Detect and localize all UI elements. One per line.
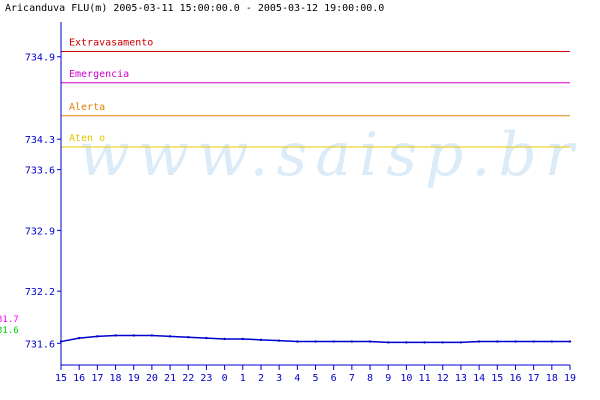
data-point: [332, 340, 335, 343]
data-point: [459, 341, 463, 344]
x-tick-label: 19: [564, 373, 576, 384]
data-point: [514, 340, 517, 343]
data-point: [205, 336, 208, 340]
watermark: www.saisp.br: [78, 120, 581, 190]
x-tick-label: 2: [258, 373, 264, 384]
x-tick-label: 1: [240, 373, 246, 384]
x-tick-label: 16: [509, 373, 521, 384]
x-tick-label: 9: [385, 373, 391, 384]
x-tick-label: 10: [400, 373, 412, 384]
marker-label: 31.7: [0, 315, 19, 325]
x-tick-label: 16: [73, 373, 85, 384]
data-point: [477, 340, 481, 343]
x-tick-label: 7: [349, 373, 355, 384]
y-tick-label: 731.6: [25, 339, 55, 350]
x-tick-label: 15: [55, 373, 67, 384]
data-point: [59, 340, 63, 343]
data-point: [150, 334, 154, 337]
marker-label: 31.6: [0, 326, 19, 336]
data-point: [441, 341, 444, 344]
y-tick-label: 732.2: [25, 287, 55, 298]
data-point: [187, 336, 190, 339]
x-tick-label: 12: [437, 373, 449, 384]
y-tick-label: 734.3: [25, 135, 55, 146]
data-point: [132, 334, 135, 337]
data-point: [168, 335, 172, 338]
data-point: [77, 336, 81, 340]
data-point: [496, 340, 499, 343]
x-tick-label: 20: [146, 373, 158, 384]
x-tick-label: 17: [528, 373, 540, 384]
data-point: [423, 341, 426, 344]
data-point: [277, 339, 281, 342]
threshold-label: Emergencia: [69, 69, 129, 80]
data-point: [550, 340, 554, 343]
data-point: [568, 340, 572, 343]
data-point: [368, 340, 372, 343]
x-tick-label: 13: [455, 373, 467, 384]
x-tick-label: 5: [312, 373, 318, 384]
x-tick-label: 3: [276, 373, 282, 384]
x-tick-label: 4: [294, 373, 300, 384]
data-point: [387, 341, 390, 344]
data-point: [296, 340, 299, 343]
data-point: [259, 338, 263, 342]
x-tick-label: 22: [182, 373, 194, 384]
data-point: [96, 335, 99, 338]
data-point: [405, 341, 408, 344]
x-tick-label: 17: [91, 373, 103, 384]
x-tick-label: 15: [491, 373, 503, 384]
x-tick-label: 18: [546, 373, 558, 384]
x-tick-label: 11: [419, 373, 431, 384]
threshold-label: Extravasamento: [69, 38, 153, 49]
x-tick-label: 23: [200, 373, 212, 384]
data-point: [350, 340, 354, 343]
data-point: [114, 334, 117, 337]
data-point: [241, 337, 244, 341]
data-point: [314, 340, 317, 343]
data-point: [532, 340, 535, 343]
y-tick-label: 733.6: [25, 166, 55, 177]
x-tick-label: 19: [128, 373, 140, 384]
series-layer: [59, 334, 572, 344]
x-tick-label: 0: [222, 373, 228, 384]
x-tick-label: 8: [367, 373, 373, 384]
y-tick-label: 734.9: [25, 53, 55, 64]
x-tick-label: 18: [110, 373, 122, 384]
threshold-label: Aten o: [69, 133, 105, 144]
y-tick-label: 732.9: [25, 226, 55, 237]
x-tick-label: 14: [473, 373, 485, 384]
chart: www.saisp.br Extravasamento Emergencia Ale…: [0, 22, 581, 384]
x-tick-label: 6: [331, 373, 337, 384]
data-point: [223, 337, 226, 341]
threshold-label: Alerta: [69, 102, 105, 113]
x-tick-label: 21: [164, 373, 176, 384]
